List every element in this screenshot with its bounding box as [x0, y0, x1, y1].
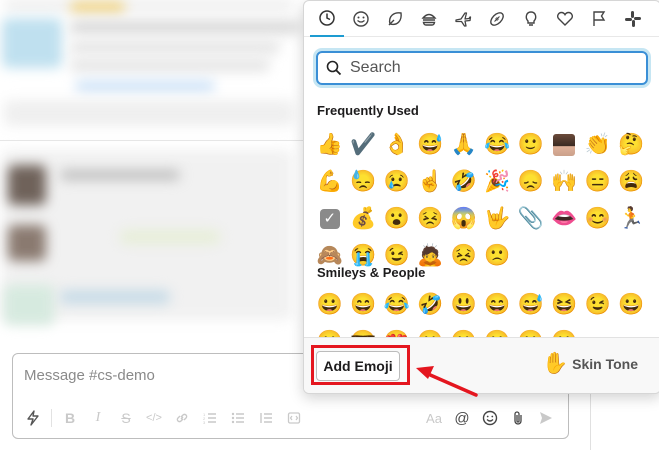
smileys-emoji[interactable]: 😂	[380, 288, 414, 321]
smileys-title: Smileys & People	[317, 265, 426, 280]
emoji-search-input[interactable]	[348, 58, 632, 78]
smileys-emoji[interactable]: 😄	[481, 288, 515, 321]
frequently-used-grid: 👍 ✔️ 👌 😅 🙏 😂 🙂 👏 🤔 💪 😓 😢 ☝️ 🤣 🎉 😞 🙌 😑 😩 ✓ 💰 😮 😣 😱 🤟 📎 👄 😊 🏃 🙈 😭 😉 🙇 😣 🙁	[313, 128, 648, 272]
frequently_used-emoji[interactable]: 😮	[380, 202, 414, 235]
smileys-emoji[interactable]: 😍	[380, 325, 414, 337]
smileys-emoji[interactable]: 😀	[514, 325, 548, 337]
frequently_used-emoji[interactable]: 👏	[581, 128, 615, 161]
send-icon[interactable]	[532, 404, 560, 432]
symbols-tab-icon[interactable]	[548, 1, 582, 37]
frequently_used-emoji[interactable]: 👌	[380, 128, 414, 161]
frequently_used-emoji[interactable]: 🎉	[481, 165, 515, 198]
flags-tab-icon[interactable]	[582, 1, 616, 37]
frequently_used-emoji[interactable]: 😞	[514, 165, 548, 198]
frequently_used-emoji[interactable]: 👄	[548, 202, 582, 235]
skin-tone-label: Skin Tone	[572, 356, 638, 372]
emoji-category-tabs	[304, 1, 659, 37]
composer-toolbar: B I S </> 123 Aa @	[13, 398, 568, 438]
composer-placeholder[interactable]: Message #cs-demo	[24, 367, 155, 384]
code-block-icon[interactable]	[280, 404, 308, 432]
frequently_used-emoji[interactable]: 😢	[380, 165, 414, 198]
emoji-search-field[interactable]	[316, 51, 648, 85]
frequently_used-emoji[interactable]: ☝️	[414, 165, 448, 198]
frequently_used-emoji[interactable]: 🙂	[514, 128, 548, 161]
smileys-emoji[interactable]: 😄	[347, 288, 381, 321]
frequently-used-title: Frequently Used	[317, 103, 419, 118]
smileys-emoji[interactable]: 😃	[447, 288, 481, 321]
frequently_used-emoji[interactable]: 📎	[514, 202, 548, 235]
blockquote-icon[interactable]	[252, 404, 280, 432]
frequently_used-emoji[interactable]: 🙌	[548, 165, 582, 198]
frequently_used-emoji[interactable]: 😣	[414, 202, 448, 235]
frequently_used-emoji[interactable]: ✔️	[347, 128, 381, 161]
recent-tab-icon[interactable]	[310, 1, 344, 37]
smileys-emoji[interactable]: 😀	[313, 325, 347, 337]
frequently_used-emoji[interactable]: 💪	[313, 165, 347, 198]
food-tab-icon[interactable]	[412, 1, 446, 37]
smileys-emoji[interactable]: 🤣	[414, 288, 448, 321]
frequently_used-emoji[interactable]: 🤣	[447, 165, 481, 198]
frequently_used-emoji[interactable]: 👍	[313, 128, 347, 161]
smileys-emoji[interactable]: 😆	[548, 288, 582, 321]
smileys-emoji[interactable]: 😀	[548, 325, 582, 337]
strikethrough-icon[interactable]: S	[112, 404, 140, 432]
shortcuts-icon[interactable]	[19, 404, 47, 432]
smileys-emoji[interactable]: 😅	[514, 288, 548, 321]
emoji-picker: Frequently Used 👍✔️👌😅🙏😂🙂👏🤔💪😓😢☝️🤣🎉😞🙌😑😩✓💰😮…	[303, 0, 659, 394]
smileys-emoji[interactable]: 😀	[481, 325, 515, 337]
travel-tab-icon[interactable]	[446, 1, 480, 37]
frequently_used-emoji[interactable]: ✓	[313, 202, 347, 235]
frequently_used-emoji[interactable]: 😑	[581, 165, 615, 198]
emoji-icon[interactable]	[476, 404, 504, 432]
smileys-emoji[interactable]: 😀	[414, 325, 448, 337]
italic-icon[interactable]: I	[84, 404, 112, 432]
smileys-emoji[interactable]: 😉	[581, 288, 615, 321]
smileys-emoji[interactable]: 😀	[313, 288, 347, 321]
objects-tab-icon[interactable]	[514, 1, 548, 37]
frequently_used-emoji[interactable]: 🏃	[615, 202, 649, 235]
smileys-emoji[interactable]: 😀	[615, 288, 649, 321]
code-icon[interactable]: </>	[140, 404, 168, 432]
ordered-list-icon[interactable]: 123	[196, 404, 224, 432]
smileys-grid: 😀😄😂🤣😃😄😅😆😉😀😀😎😍😀😀😀😀😀	[313, 288, 648, 337]
attachment-icon[interactable]	[504, 404, 532, 432]
frequently_used-emoji[interactable]: 😊	[581, 202, 615, 235]
toolbar-divider	[51, 409, 52, 427]
link-icon[interactable]	[168, 404, 196, 432]
mention-icon[interactable]: @	[448, 404, 476, 432]
bold-icon[interactable]: B	[56, 404, 84, 432]
annotation-highlight-box	[311, 345, 410, 385]
frequently_used-emoji[interactable]: 💰	[347, 202, 381, 235]
smileys-tab-icon[interactable]	[344, 1, 378, 37]
svg-text:3: 3	[203, 420, 206, 425]
frequently_used-emoji[interactable]: 😂	[481, 128, 515, 161]
raised-hand-icon: ✋	[541, 352, 569, 375]
emoji-list[interactable]: Frequently Used 👍 ✔️ 👌 😅 🙏 😂 🙂 👏 🤔 💪 😓 😢 ☝️ 🤣 🎉 😞 🙌 😑 😩 ✓ 💰 😮…	[304, 95, 659, 337]
frequently_used-emoji[interactable]: 😓	[347, 165, 381, 198]
frequently_used-emoji[interactable]: 🤟	[481, 202, 515, 235]
frequently_used-emoji[interactable]: 🙁	[481, 239, 515, 272]
nature-tab-icon[interactable]	[378, 1, 412, 37]
frequently_used-emoji[interactable]: 🤔	[615, 128, 649, 161]
activity-tab-icon[interactable]	[480, 1, 514, 37]
frequently_used-emoji[interactable]: 😱	[447, 202, 481, 235]
frequently_used-emoji[interactable]	[548, 128, 582, 161]
smileys-emoji[interactable]: 😀	[447, 325, 481, 337]
text-format-icon[interactable]: Aa	[420, 404, 448, 432]
skin-tone-button[interactable]: ✋ Skin Tone	[542, 352, 638, 376]
slack-tab-icon[interactable]	[616, 1, 650, 37]
smileys-emoji[interactable]: 😎	[347, 325, 381, 337]
search-icon	[326, 60, 342, 76]
bullet-list-icon[interactable]	[224, 404, 252, 432]
frequently_used-emoji[interactable]: 😅	[414, 128, 448, 161]
frequently_used-emoji[interactable]: 😣	[447, 239, 481, 272]
frequently_used-emoji[interactable]: 🙏	[447, 128, 481, 161]
frequently_used-emoji[interactable]: 😩	[615, 165, 649, 198]
